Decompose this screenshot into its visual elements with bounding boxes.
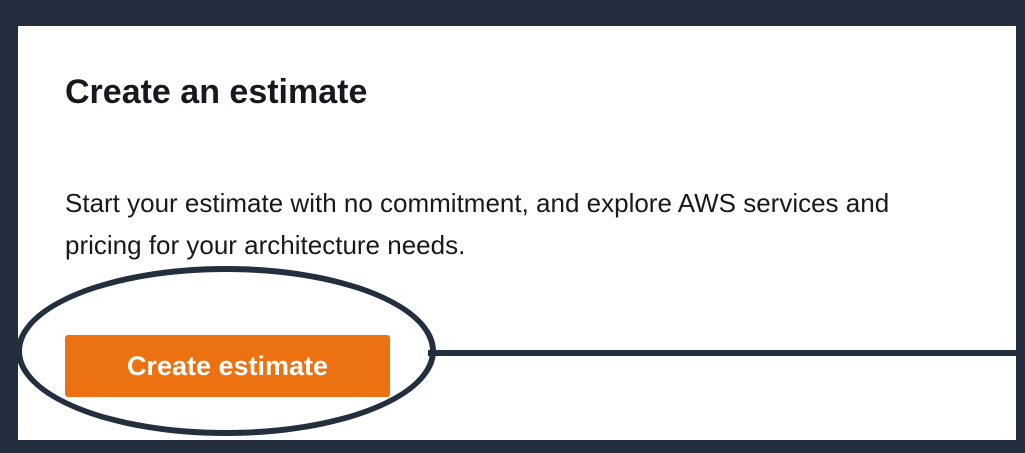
- create-estimate-card: Create an estimate Start your estimate w…: [18, 26, 1016, 440]
- screenshot-frame: Create an estimate Start your estimate w…: [0, 0, 1025, 453]
- callout-line: [428, 350, 1016, 356]
- card-title: Create an estimate: [65, 73, 368, 111]
- create-estimate-button[interactable]: Create estimate: [65, 335, 390, 397]
- card-description: Start your estimate with no commitment, …: [65, 188, 890, 260]
